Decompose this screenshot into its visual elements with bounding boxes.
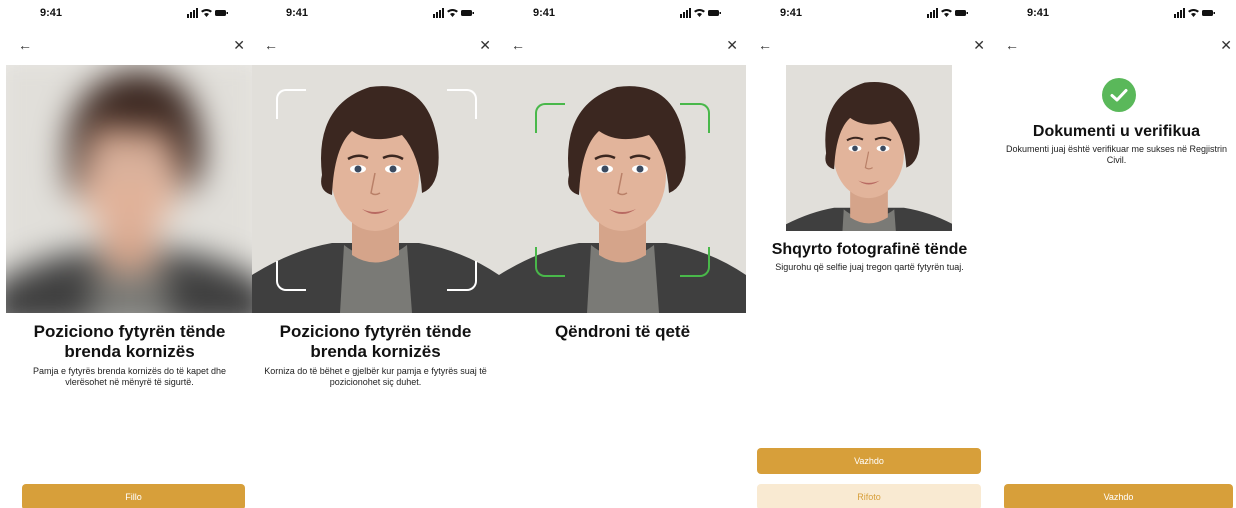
back-arrow-icon[interactable]: ← xyxy=(18,38,32,52)
signal-wifi-battery-icon xyxy=(433,8,475,18)
frame-corner-top-left xyxy=(276,89,306,119)
status-time: 9:41 xyxy=(1027,7,1050,19)
screen-subtitle: Dokumenti juaj është verifikuar me sukse… xyxy=(1005,144,1228,165)
screen-title: Poziciono fytyrën tënde brenda kornizës xyxy=(33,322,226,361)
status-bar: 9:41 xyxy=(6,0,253,30)
nav-bar: ← ✕ xyxy=(252,38,499,56)
blurred-face-image xyxy=(6,65,253,313)
signal-wifi-battery-icon xyxy=(187,8,229,18)
frame-corner-top-right xyxy=(447,89,477,119)
frame-corner-bottom-left xyxy=(535,247,565,277)
close-icon[interactable]: ✕ xyxy=(726,38,738,52)
nav-bar: ← ✕ xyxy=(746,38,993,56)
check-circle-icon xyxy=(1102,78,1136,112)
screen-title: Shqyrto fotografinë tënde xyxy=(771,241,968,258)
status-bar: 9:41 xyxy=(993,0,1236,30)
back-arrow-icon[interactable]: ← xyxy=(758,38,772,52)
nav-bar: ← ✕ xyxy=(6,38,253,56)
face-image xyxy=(499,65,746,313)
nav-bar: ← ✕ xyxy=(993,38,1236,56)
screen-subtitle: Pamja e fytyrës brenda kornizës do të ka… xyxy=(32,366,227,387)
status-time: 9:41 xyxy=(40,7,63,19)
continue-button[interactable]: Vazhdo xyxy=(1004,484,1233,508)
face-camera-preview xyxy=(6,65,253,313)
retake-button[interactable]: Rifoto xyxy=(757,484,981,508)
screen-position-face-intro: 9:41 ← ✕ Poziciono fytyrën tënde brenda … xyxy=(6,0,253,508)
status-bar: 9:41 xyxy=(252,0,499,30)
status-time: 9:41 xyxy=(780,7,803,19)
back-arrow-icon[interactable]: ← xyxy=(1005,38,1019,52)
frame-corner-top-left xyxy=(535,103,565,133)
signal-wifi-battery-icon xyxy=(1174,8,1216,18)
status-bar: 9:41 xyxy=(746,0,993,30)
signal-wifi-battery-icon xyxy=(927,8,969,18)
frame-corner-bottom-right xyxy=(447,261,477,291)
frame-corner-bottom-left xyxy=(276,261,306,291)
screen-subtitle: Korniza do të bëhet e gjelbër kur pamja … xyxy=(264,366,487,387)
frame-corner-bottom-right xyxy=(680,247,710,277)
screen-document-verified: 9:41 ← ✕ Dokumenti u verifikua Dokumenti… xyxy=(993,0,1236,508)
screen-position-face-frame: 9:41 ← ✕ Poziciono fytyrën tënde brenda … xyxy=(252,0,499,508)
screen-hold-still: 9:41 ← ✕ Qëndroni të qetë xyxy=(499,0,746,508)
screen-title: Qëndroni të qetë xyxy=(554,322,691,341)
close-icon[interactable]: ✕ xyxy=(479,38,491,52)
screen-title: Poziciono fytyrën tënde brenda kornizës xyxy=(279,322,472,361)
selfie-preview xyxy=(786,65,952,231)
start-button[interactable]: Fillo xyxy=(22,484,245,508)
signal-wifi-battery-icon xyxy=(680,8,722,18)
close-icon[interactable]: ✕ xyxy=(233,38,245,52)
screen-title: Dokumenti u verifikua xyxy=(1032,123,1201,140)
status-time: 9:41 xyxy=(286,7,309,19)
face-camera-preview xyxy=(252,65,499,313)
face-camera-preview xyxy=(499,65,746,313)
status-bar: 9:41 xyxy=(499,0,746,30)
selfie-image xyxy=(786,65,952,231)
close-icon[interactable]: ✕ xyxy=(1220,38,1232,52)
close-icon[interactable]: ✕ xyxy=(973,38,985,52)
back-arrow-icon[interactable]: ← xyxy=(264,38,278,52)
nav-bar: ← ✕ xyxy=(499,38,746,56)
screen-review-photo: 9:41 ← ✕ Shqyrto fotografinë tënde Sigur… xyxy=(746,0,993,508)
screen-subtitle: Sigurohu që selfie juaj tregon qartë fyt… xyxy=(775,262,964,272)
continue-button[interactable]: Vazhdo xyxy=(757,448,981,474)
frame-corner-top-right xyxy=(680,103,710,133)
status-time: 9:41 xyxy=(533,7,556,19)
back-arrow-icon[interactable]: ← xyxy=(511,38,525,52)
